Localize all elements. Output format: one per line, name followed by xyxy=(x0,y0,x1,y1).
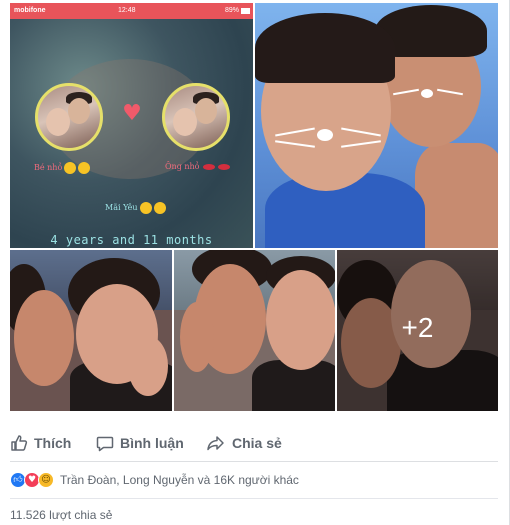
like-button[interactable]: Thích xyxy=(10,432,71,454)
phone-clock: 12:48 xyxy=(118,7,136,14)
anniversary-caption: 4 years and 11 months xyxy=(50,233,213,247)
battery-percent: 89% xyxy=(224,7,239,14)
photo-phone-screenshot[interactable]: mobifone 12:48 89% ♥ Bé nhỏ Ông nhỏ Mãi … xyxy=(10,3,253,248)
photo-selfie-filter[interactable] xyxy=(255,3,498,248)
phone-status-bar: mobifone 12:48 89% xyxy=(10,3,253,19)
share-label: Chia sẻ xyxy=(232,435,282,451)
comment-button[interactable]: Bình luận xyxy=(96,432,184,454)
facebook-post: mobifone 12:48 89% ♥ Bé nhỏ Ông nhỏ Mãi … xyxy=(0,0,510,525)
couple-avatar-left xyxy=(35,83,103,151)
share-count[interactable]: 11.526 lượt chia sẻ xyxy=(10,508,112,522)
label-left: Bé nhỏ xyxy=(34,162,91,174)
lips-emoji-icon xyxy=(217,164,230,170)
comment-label: Bình luận xyxy=(120,435,184,451)
photo-couple-1[interactable] xyxy=(10,250,172,411)
comment-bubble-icon xyxy=(96,436,114,452)
lips-emoji-icon xyxy=(202,164,215,170)
kiss-emoji-icon xyxy=(139,202,152,214)
photo-couple-3-more[interactable]: +2 xyxy=(337,250,498,411)
carrier-name: mobifone xyxy=(14,7,46,14)
couple-avatar-right xyxy=(162,83,230,151)
post-action-bar: Thích Bình luận Chia sẻ xyxy=(10,422,498,462)
battery-icon xyxy=(241,8,250,14)
label-right: Ông nhỏ xyxy=(165,162,230,171)
share-button[interactable]: Chia sẻ xyxy=(206,432,282,454)
share-arrow-icon xyxy=(207,436,224,451)
kiss-emoji-icon xyxy=(78,162,91,174)
heart-eyes-emoji-icon xyxy=(64,162,77,174)
kiss-emoji-icon xyxy=(153,202,166,214)
reaction-names[interactable]: Trần Đoàn, Long Nguyễn và 16K người khác xyxy=(60,473,299,487)
reactions-summary[interactable]: 👍︎ ♥ ☺ Trần Đoàn, Long Nguyễn và 16K ngư… xyxy=(10,468,299,492)
like-label: Thích xyxy=(34,435,72,451)
label-center: Mãi Yêu xyxy=(105,202,166,214)
photo-couple-2[interactable] xyxy=(174,250,335,411)
thumbs-up-icon xyxy=(11,435,28,451)
divider xyxy=(10,498,498,499)
heart-icon: ♥ xyxy=(122,101,142,126)
haha-icon: ☺ xyxy=(38,472,54,488)
more-photos-count: +2 xyxy=(401,312,434,343)
